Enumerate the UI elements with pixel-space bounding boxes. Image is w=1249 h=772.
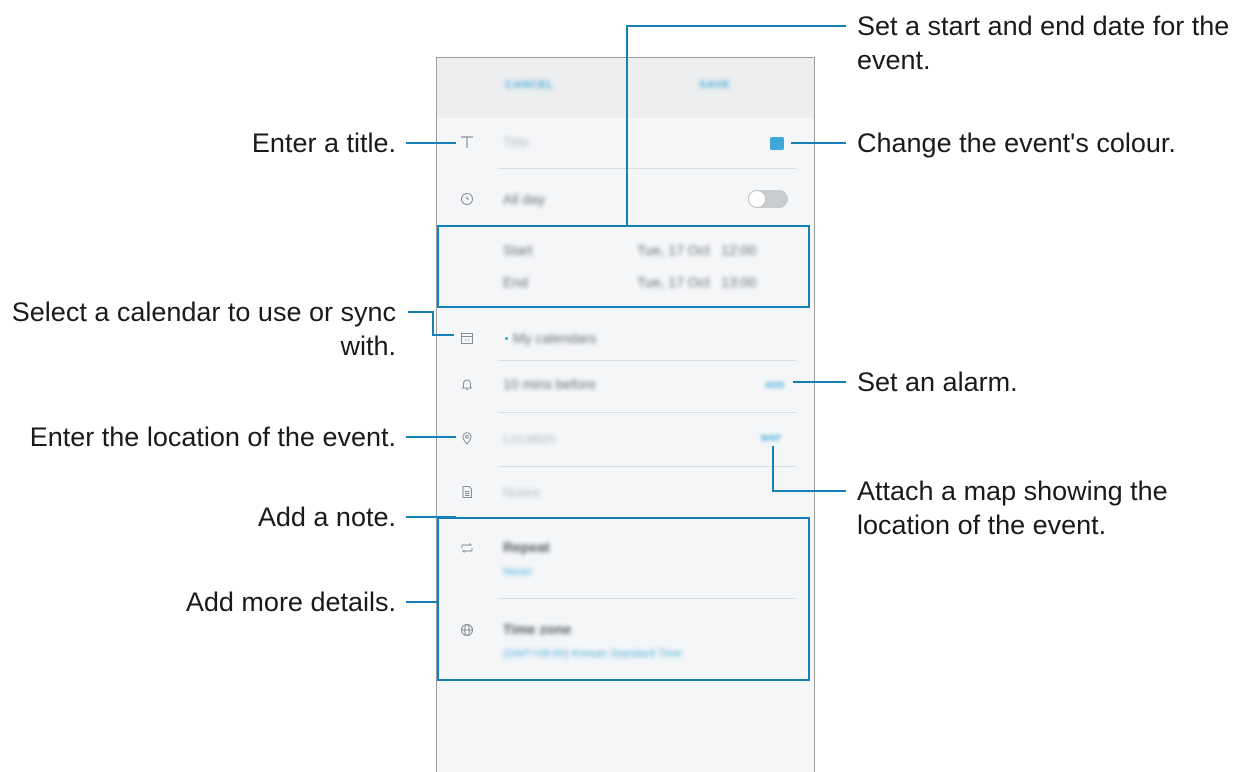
map-button[interactable]: MAP [761, 433, 781, 443]
calendar-icon [459, 330, 475, 346]
location-input[interactable]: Location [503, 430, 556, 446]
alarm-value[interactable]: 10 mins before [503, 376, 596, 392]
divider [499, 466, 796, 467]
bell-icon [459, 376, 475, 392]
callout-line-calendar-h2 [432, 334, 454, 336]
save-button[interactable]: SAVE [699, 79, 730, 91]
callout-line-note [406, 516, 456, 518]
more-details-highlight [437, 517, 810, 681]
notes-input[interactable]: Notes [503, 484, 540, 500]
callout-line-title [406, 142, 456, 144]
divider [499, 168, 796, 169]
annotation-map-line1: Attach a map showing the [857, 476, 1168, 506]
all-day-toggle[interactable] [748, 190, 788, 208]
annotation-dates-line2: event. [857, 45, 931, 75]
callout-line-alarm [793, 381, 846, 383]
annotation-colour: Change the event's colour. [857, 128, 1176, 158]
callout-line-calendar-h1 [408, 311, 433, 313]
all-day-label: All day [503, 191, 546, 207]
location-pin-icon [459, 430, 475, 446]
callout-line-colour [791, 142, 846, 144]
annotation-calendar-line2: with. [340, 331, 396, 361]
callout-line-dates-v [626, 25, 628, 225]
annotation-note: Add a note. [257, 502, 396, 532]
callout-line-map-h [772, 490, 846, 492]
callout-line-dates-h [626, 25, 846, 27]
calendar-color-dot [505, 337, 508, 340]
calendar-select[interactable]: My calendars [513, 330, 596, 346]
annotation-map-line2: location of the event. [857, 510, 1107, 540]
event-color-button[interactable] [770, 137, 784, 150]
callout-line-calendar-v [432, 311, 434, 336]
annotation-title: Enter a title. [251, 128, 396, 158]
clock-icon [459, 191, 475, 207]
callout-line-details [406, 601, 437, 603]
divider [499, 360, 796, 361]
date-range-highlight [437, 225, 810, 308]
annotation-details: Add more details. [185, 587, 396, 617]
cancel-button[interactable]: CANCEL [505, 79, 554, 91]
add-alarm-button[interactable]: ADD [765, 380, 785, 390]
divider [499, 412, 796, 413]
annotation-dates-line1: Set a start and end date for the [857, 11, 1230, 41]
callout-line-location [406, 436, 456, 438]
annotation-alarm: Set an alarm. [857, 367, 1018, 397]
annotation-calendar-line1: Select a calendar to use or sync [11, 297, 396, 327]
title-input[interactable]: Title [503, 134, 529, 150]
callout-line-map-v [772, 446, 774, 492]
annotation-location: Enter the location of the event. [29, 422, 396, 452]
note-icon [459, 484, 475, 500]
text-title-icon [459, 134, 475, 150]
